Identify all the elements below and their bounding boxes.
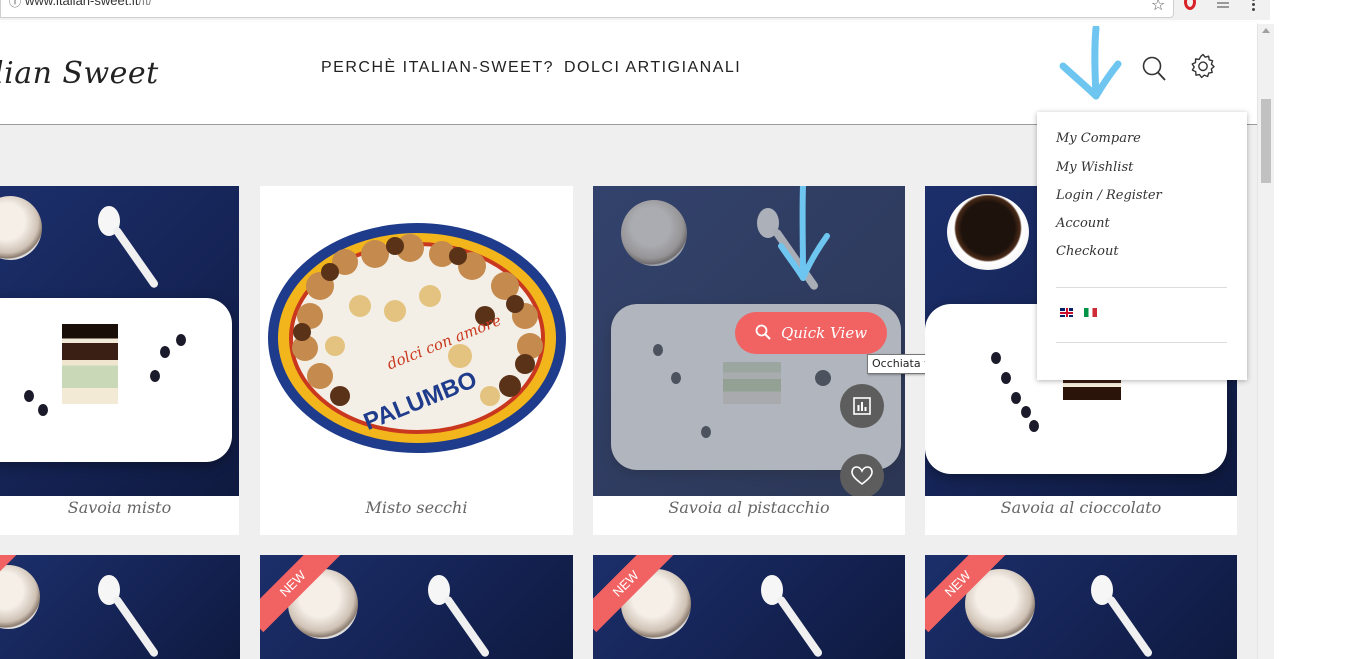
product-title[interactable]: Misto secchi [260,498,573,517]
address-bar[interactable]: ⓘ www.italian-sweet.it/it/ [0,0,1174,18]
product-card[interactable]: dolci con amore PALUMBO Misto secchi [260,186,573,535]
product-spoon [1105,594,1154,659]
cookie-plate-image: dolci con amore PALUMBO [268,223,566,453]
chocolate-dot [1011,392,1021,404]
product-image[interactable]: NEW [260,555,573,659]
product-card[interactable]: NEW [593,555,905,659]
product-card[interactable]: Quick View Savoia al pistacchio [593,186,905,535]
product-card[interactable]: NEW [0,555,240,659]
menu-item-my-wishlist[interactable]: My Wishlist [1056,160,1133,175]
compare-button[interactable] [840,384,884,428]
menu-item-account[interactable]: Account [1056,216,1110,231]
product-image[interactable]: Quick View [593,186,905,496]
chocolate-dot [160,346,170,358]
coffee-cup [947,194,1029,270]
chocolate-dot [176,334,186,346]
chocolate-dot [991,352,1001,364]
menu-divider [1056,287,1227,288]
wishlist-button[interactable] [840,454,884,496]
product-image[interactable]: NEW [0,555,240,659]
gear-icon[interactable] [1189,52,1217,80]
product-title[interactable]: Savoia al pistacchio [593,498,905,517]
url-text: www.italian-sweet.it/it/ [25,0,152,8]
opera-extension-icon[interactable] [1184,0,1196,10]
search-icon [755,324,771,340]
product-cup [0,196,42,260]
quick-view-label: Quick View [780,324,868,342]
chocolate-dot [150,370,160,382]
product-image[interactable]: NEW [925,555,1237,659]
product-spoon [111,225,160,290]
product-card[interactable]: NEW [260,555,573,659]
browser-menu-icon[interactable] [1252,0,1256,13]
scroll-up-arrow-icon[interactable] [1262,28,1270,33]
menu-item-login-register[interactable]: Login / Register [1056,188,1162,203]
search-icon[interactable] [1141,55,1167,83]
menu-item-my-compare[interactable]: My Compare [1056,131,1141,146]
product-cake [62,324,118,404]
product-spoon [442,594,491,659]
heart-icon [851,466,873,486]
product-image[interactable] [0,186,239,496]
product-card[interactable]: NEW [925,555,1237,659]
product-image[interactable]: dolci con amore PALUMBO [260,186,573,496]
nav-dolci-artigianali[interactable]: DOLCI ARTIGIANALI [564,59,741,77]
compare-chart-icon [853,397,871,415]
product-spoon [111,594,160,659]
product-spoon [775,594,824,659]
menu-item-checkout[interactable]: Checkout [1056,244,1119,259]
annotation-arrow-icon [778,186,830,281]
scrollbar-thumb[interactable] [1261,99,1271,183]
chocolate-dot [1001,372,1011,384]
site-logo[interactable]: lian Sweet [0,56,159,91]
browser-toolbar: ⓘ www.italian-sweet.it/it/ ☆ [0,0,1270,20]
chocolate-dot [38,404,48,416]
flag-uk-icon[interactable] [1060,308,1073,317]
product-title[interactable]: Savoia misto [0,498,239,517]
chocolate-dot [24,390,34,402]
info-icon[interactable]: ⓘ [9,0,21,10]
product-image[interactable]: NEW [593,555,905,659]
url-path: /it/ [138,0,153,8]
chocolate-dot [1029,420,1039,432]
product-card[interactable]: Savoia misto [0,186,239,535]
page-scrollbar[interactable] [1257,24,1274,659]
menu-divider [1056,342,1227,343]
flag-it-icon[interactable] [1084,308,1097,317]
url-domain: www.italian-sweet.it [25,0,139,8]
bookmark-star-icon[interactable]: ☆ [1151,0,1165,14]
annotation-arrow-icon [1059,26,1122,100]
product-title[interactable]: Savoia al cioccolato [925,498,1237,517]
quick-view-button[interactable]: Quick View [735,312,887,354]
nav-perche-italian-sweet[interactable]: PERCHÈ ITALIAN-SWEET? [321,59,554,77]
product-cup [0,565,40,629]
chocolate-dot [1021,406,1031,418]
settings-dropdown: My Compare My Wishlist Login / Register … [1037,112,1247,380]
extension-icon[interactable] [1217,0,1229,10]
